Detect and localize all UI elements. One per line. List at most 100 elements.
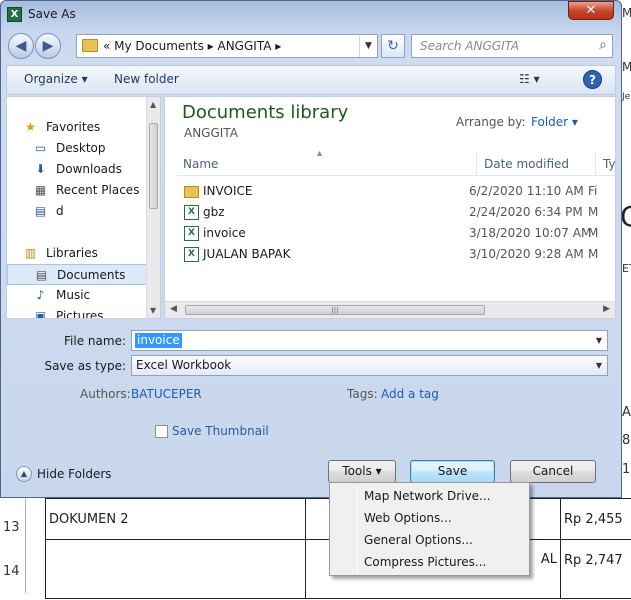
- save-as-type-select[interactable]: Excel Workbook ▼: [131, 355, 608, 376]
- arrange-by-label: Arrange by:: [456, 115, 526, 129]
- scroll-down-icon[interactable]: ▼: [150, 306, 156, 315]
- row-header-13[interactable]: 13: [0, 498, 26, 544]
- menu-item-general-options[interactable]: General Options...: [364, 533, 473, 547]
- search-placeholder: Search ANGGITA: [420, 39, 520, 53]
- excel-file-icon: X: [184, 247, 199, 262]
- sheet-cell[interactable]: Rp 2,455: [560, 498, 631, 540]
- file-date: 3/18/2020 10:07 AM: [469, 226, 592, 240]
- scroll-right-icon[interactable]: ▶: [603, 304, 610, 314]
- file-type: M: [588, 226, 599, 240]
- search-icon[interactable]: ⌕: [599, 37, 607, 53]
- sheet-cell[interactable]: [45, 539, 306, 599]
- authors-value[interactable]: BATUCEPER: [131, 387, 202, 401]
- sidebar-item-pictures[interactable]: ▣ Pictures: [7, 306, 147, 318]
- sidebar-item-recent-places[interactable]: ▦ Recent Places: [7, 180, 147, 201]
- search-input[interactable]: Search ANGGITA ⌕: [411, 34, 613, 58]
- sidebar-item-documents[interactable]: ▤ Documents: [7, 264, 147, 285]
- column-header-type[interactable]: Ty: [597, 152, 615, 176]
- sidebar-item-label: Documents: [57, 268, 126, 282]
- file-name-value[interactable]: invoice: [135, 333, 182, 348]
- tools-button[interactable]: Tools ▾: [328, 460, 396, 483]
- column-header-label: Name: [183, 157, 219, 171]
- menu-gutter: [357, 485, 358, 573]
- sidebar-item-d[interactable]: ▤ d: [7, 201, 147, 222]
- organize-button[interactable]: Organize ▾: [24, 72, 88, 86]
- music-icon: ♪: [36, 288, 45, 302]
- save-thumbnail-label[interactable]: Save Thumbnail: [172, 424, 269, 438]
- back-button[interactable]: ◀: [8, 33, 34, 59]
- sheet-fragment: Jer: [622, 92, 631, 102]
- menu-item-web-options[interactable]: Web Options...: [364, 511, 452, 525]
- tags-label: Tags:: [347, 387, 378, 401]
- sheet-fragment: A: [622, 405, 631, 420]
- sidebar-item-label: Music: [56, 288, 91, 302]
- save-button[interactable]: Save: [410, 460, 495, 483]
- save-as-dialog: X Save As ✕ ◀ ▶ « My Documents ▸ ANGGITA…: [0, 0, 622, 498]
- file-name-field[interactable]: invoice ▼: [131, 330, 608, 351]
- menu-item-map-network-drive[interactable]: Map Network Drive...: [364, 489, 491, 503]
- document-icon: ▤: [34, 204, 47, 218]
- scroll-left-icon[interactable]: ◀: [170, 304, 177, 314]
- address-dropdown-button[interactable]: ▼: [359, 35, 377, 57]
- sidebar-item-downloads[interactable]: ⬇ Downloads: [7, 159, 147, 180]
- library-title: Documents library: [182, 102, 349, 123]
- sidebar-item-music[interactable]: ♪ Music: [7, 285, 147, 306]
- column-headers: Name ▴ Date modified Ty: [177, 148, 615, 176]
- sheet-fragment: ET: [622, 262, 631, 275]
- dialog-title: Save As: [28, 7, 76, 21]
- scrollbar-thumb[interactable]: |||: [185, 305, 485, 315]
- sidebar-item-favorites[interactable]: ★ Favorites: [7, 117, 147, 138]
- chevron-down-icon[interactable]: ▼: [591, 356, 607, 375]
- sheet-cell[interactable]: Rp 2,747: [560, 539, 631, 599]
- address-bar[interactable]: « My Documents ▸ ANGGITA ▸ ▼: [76, 34, 378, 58]
- authors-label: Authors:: [80, 387, 131, 401]
- sheet-fragment: M: [622, 60, 631, 74]
- file-row-gbz[interactable]: X gbz 2/24/2020 6:34 PM M: [180, 202, 615, 223]
- chevron-down-icon[interactable]: ▼: [591, 331, 607, 350]
- sheet-cell[interactable]: DOKUMEN 2: [45, 498, 306, 540]
- file-name: INVOICE: [203, 184, 253, 198]
- sidebar-item-label: Favorites: [46, 120, 101, 134]
- title-bar[interactable]: X Save As ✕: [1, 1, 621, 29]
- file-name: gbz: [203, 205, 225, 219]
- sidebar-item-label: Recent Places: [56, 183, 140, 197]
- scroll-up-icon[interactable]: ▲: [150, 100, 156, 109]
- recent-places-icon: ▦: [34, 183, 47, 197]
- sidebar-item-libraries[interactable]: ▥ Libraries: [7, 243, 147, 264]
- save-as-type-value: Excel Workbook: [136, 358, 232, 372]
- desktop-icon: ▭: [34, 141, 47, 155]
- file-row-invoice[interactable]: X invoice 3/18/2020 10:07 AM M: [180, 223, 615, 244]
- breadcrumb[interactable]: « My Documents ▸ ANGGITA ▸: [103, 39, 281, 53]
- excel-app-icon: X: [7, 7, 22, 22]
- arrange-by-dropdown[interactable]: Folder ▾: [531, 115, 578, 129]
- downloads-icon: ⬇: [35, 162, 46, 176]
- view-options-button[interactable]: ☷ ▾: [519, 72, 540, 86]
- row-header-14[interactable]: 14: [0, 544, 26, 593]
- save-thumbnail-checkbox[interactable]: [155, 425, 168, 438]
- scrollbar-thumb[interactable]: [149, 123, 158, 209]
- help-icon[interactable]: ?: [583, 70, 602, 89]
- file-type: M: [588, 205, 599, 219]
- close-button[interactable]: ✕: [568, 1, 614, 20]
- file-list-pane: Documents library ANGGITA Arrange by: Fo…: [164, 96, 616, 319]
- tools-menu: Map Network Drive... Web Options... Gene…: [329, 482, 530, 576]
- cancel-button[interactable]: Cancel: [510, 460, 596, 483]
- sidebar-item-desktop[interactable]: ▭ Desktop: [7, 138, 147, 159]
- navigation-scrollbar[interactable]: ▲ ▼: [146, 97, 160, 318]
- file-date: 2/24/2020 6:34 PM: [469, 205, 583, 219]
- menu-item-compress-pictures[interactable]: Compress Pictures...: [364, 555, 486, 569]
- refresh-button[interactable]: ↻: [381, 34, 405, 58]
- file-date: 3/10/2020 9:28 AM: [469, 247, 584, 261]
- command-toolbar: Organize ▾ New folder ☷ ▾ ?: [6, 65, 616, 95]
- column-header-date-modified[interactable]: Date modified: [478, 152, 596, 176]
- horizontal-scrollbar[interactable]: ◀ ||| ▶: [165, 301, 615, 318]
- forward-button[interactable]: ▶: [35, 33, 61, 59]
- save-as-type-label: Save as type:: [44, 359, 126, 373]
- sidebar-item-label: Downloads: [56, 162, 122, 176]
- documents-icon: ▤: [35, 268, 48, 282]
- add-tag-link[interactable]: Add a tag: [381, 387, 439, 401]
- file-row-jualan-bapak[interactable]: X JUALAN BAPAK 3/10/2020 9:28 AM M: [180, 244, 615, 265]
- new-folder-button[interactable]: New folder: [114, 72, 179, 86]
- file-row-invoice-folder[interactable]: INVOICE 6/2/2020 11:10 AM Fi: [180, 181, 615, 202]
- column-header-name[interactable]: Name ▴: [177, 148, 477, 176]
